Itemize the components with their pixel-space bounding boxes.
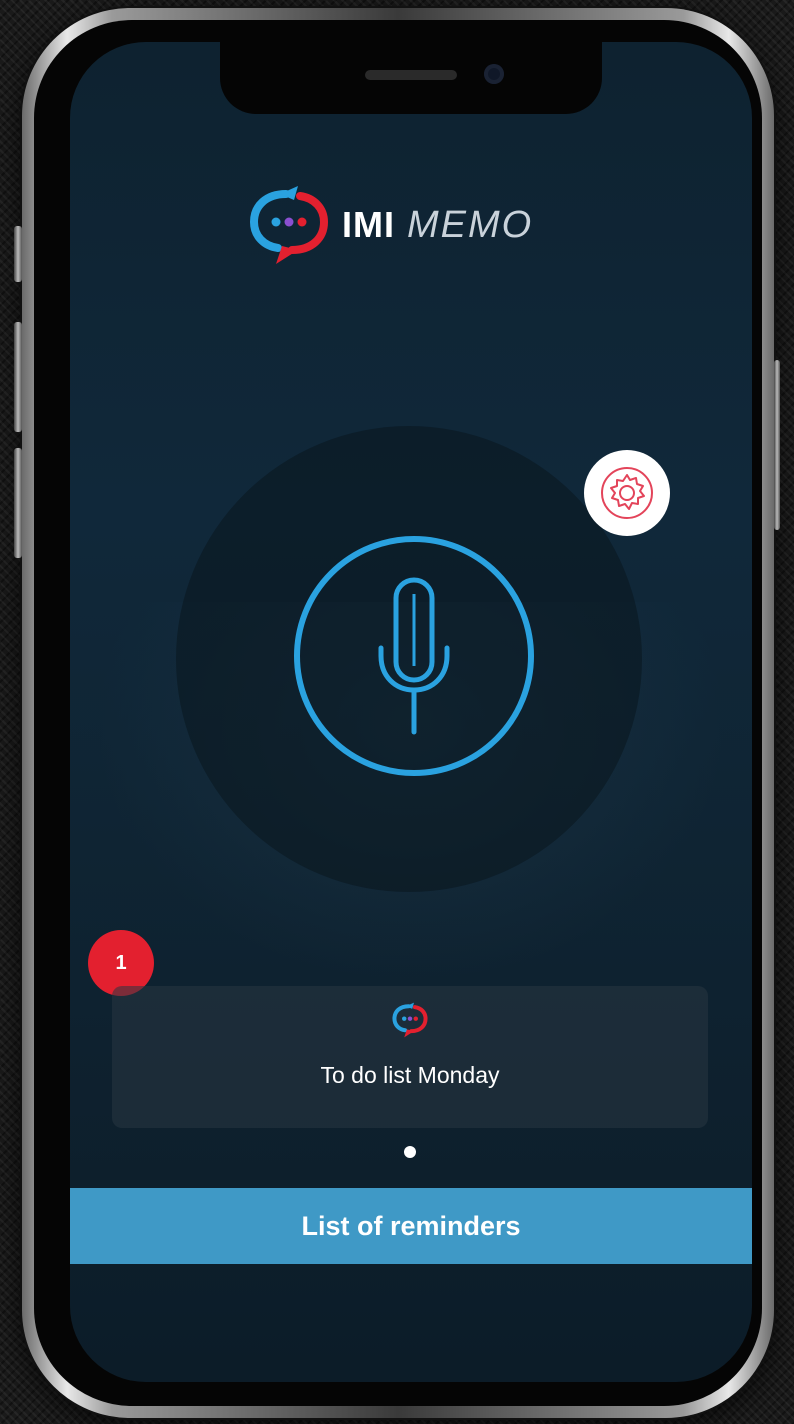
gear-icon — [601, 467, 653, 519]
record-button[interactable] — [294, 536, 534, 776]
app-logo: IMI MEMO — [246, 180, 533, 270]
brand-name-light: MEMO — [407, 203, 534, 246]
brand-name-bold: IMI — [342, 204, 395, 245]
imi-chat-logo-icon — [392, 1002, 428, 1038]
list-of-reminders-button[interactable]: List of reminders — [70, 1188, 752, 1264]
imi-chat-logo-icon — [249, 186, 329, 264]
side-button-power — [774, 360, 780, 530]
front-camera — [484, 64, 504, 84]
speaker — [365, 70, 457, 80]
page-indicator-dot — [404, 1146, 416, 1158]
side-button-mute — [14, 226, 22, 282]
memo-title: To do list Monday — [320, 1062, 500, 1088]
side-button-volume-up — [14, 322, 22, 432]
microphone-icon — [378, 577, 450, 735]
notch — [220, 42, 602, 114]
side-button-volume-down — [14, 448, 22, 558]
memo-card[interactable]: To do list Monday — [112, 986, 708, 1128]
settings-button[interactable] — [584, 450, 670, 536]
phone-screen: IMI MEMO 1 To do list Monday List of rem… — [70, 42, 752, 1382]
